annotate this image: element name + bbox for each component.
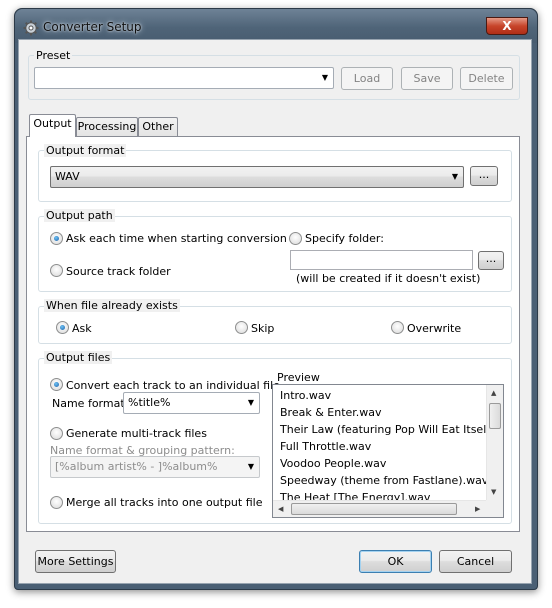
preset-combo[interactable]: ▼: [34, 67, 334, 89]
horizontal-scroll-thumb[interactable]: [291, 503, 457, 515]
output-format-combo[interactable]: WAV ▼: [50, 166, 464, 188]
exists-overwrite-radio[interactable]: [391, 321, 404, 334]
more-settings-button[interactable]: More Settings: [35, 550, 116, 573]
exists-overwrite-label[interactable]: Overwrite: [407, 322, 461, 335]
horizontal-scrollbar[interactable]: ◀ ▶: [273, 500, 488, 517]
load-button[interactable]: Load: [341, 67, 393, 90]
exists-ask-label[interactable]: Ask: [72, 322, 92, 335]
source-track-folder-label[interactable]: Source track folder: [66, 265, 171, 278]
ask-each-time-radio[interactable]: [50, 232, 63, 245]
name-format-value: %title%: [128, 396, 171, 409]
output-path-group-title: Output path: [44, 209, 115, 222]
tab-output[interactable]: Output: [29, 114, 76, 137]
cancel-button[interactable]: Cancel: [439, 550, 512, 573]
output-files-group-title: Output files: [44, 351, 113, 364]
close-icon: X: [502, 19, 512, 33]
grouping-pattern-combo[interactable]: [%album artist% - ]%album% ▼: [50, 456, 260, 478]
merge-tracks-label[interactable]: Merge all tracks into one output file: [66, 496, 262, 509]
preview-label: Preview: [277, 371, 320, 384]
exists-skip-label[interactable]: Skip: [251, 322, 274, 335]
multi-track-label[interactable]: Generate multi-track files: [66, 427, 207, 440]
tab-other[interactable]: Other: [138, 117, 178, 137]
chevron-down-icon: ▼: [321, 73, 328, 82]
list-item: Break & Enter.wav: [280, 406, 382, 419]
vertical-scrollbar[interactable]: ▲ ▼: [486, 385, 503, 500]
list-item: Intro.wav: [280, 389, 332, 402]
list-item: Their Law (featuring Pop Will Eat Itself…: [280, 423, 504, 436]
list-item: Voodoo People.wav: [280, 457, 387, 470]
scroll-left-icon[interactable]: ◀: [278, 505, 283, 513]
tab-processing[interactable]: Processing: [76, 117, 138, 137]
scrollbar-corner: [486, 500, 503, 517]
list-item: Speedway (theme from Fastlane).wav: [280, 474, 489, 487]
exists-ask-radio[interactable]: [56, 321, 69, 334]
merge-tracks-radio[interactable]: [50, 496, 63, 509]
exists-skip-radio[interactable]: [235, 321, 248, 334]
preview-list[interactable]: Intro.wav Break & Enter.wav Their Law (f…: [272, 384, 504, 518]
save-button[interactable]: Save: [401, 67, 453, 90]
individual-file-label[interactable]: Convert each track to an individual file: [66, 379, 280, 392]
name-format-label: Name format:: [52, 397, 129, 410]
vertical-scroll-thumb[interactable]: [489, 403, 501, 429]
folder-path-input[interactable]: [290, 250, 473, 270]
multi-track-radio[interactable]: [50, 427, 63, 440]
file-exists-group-title: When file already exists: [44, 299, 180, 312]
folder-hint-text: (will be created if it doesn't exist): [296, 272, 481, 285]
name-format-combo[interactable]: %title% ▼: [123, 392, 260, 414]
gear-icon: [23, 20, 39, 36]
scroll-right-icon[interactable]: ▶: [475, 505, 480, 513]
scroll-up-icon[interactable]: ▲: [491, 389, 496, 397]
output-format-group-title: Output format: [44, 144, 127, 157]
specify-folder-radio[interactable]: [289, 232, 302, 245]
specify-folder-label[interactable]: Specify folder:: [305, 232, 384, 245]
window-title: Converter Setup: [43, 20, 142, 34]
chevron-down-icon: ▼: [451, 172, 458, 181]
grouping-pattern-value: [%album artist% - ]%album%: [55, 460, 218, 473]
ask-each-time-label[interactable]: Ask each time when starting conversion: [66, 232, 287, 245]
browse-folder-button[interactable]: ...: [478, 251, 504, 270]
preset-group-title: Preset: [34, 49, 73, 62]
ok-button[interactable]: OK: [359, 550, 432, 573]
output-format-value: WAV: [55, 170, 80, 183]
close-button[interactable]: X: [486, 17, 528, 35]
individual-file-radio[interactable]: [50, 378, 63, 391]
source-track-folder-radio[interactable]: [50, 264, 63, 277]
delete-button[interactable]: Delete: [460, 67, 513, 90]
list-item: Full Throttle.wav: [280, 440, 372, 453]
scroll-down-icon[interactable]: ▼: [491, 488, 496, 496]
format-settings-button[interactable]: ...: [470, 166, 498, 186]
chevron-down-icon: ▼: [247, 462, 254, 471]
chevron-down-icon: ▼: [247, 398, 254, 407]
